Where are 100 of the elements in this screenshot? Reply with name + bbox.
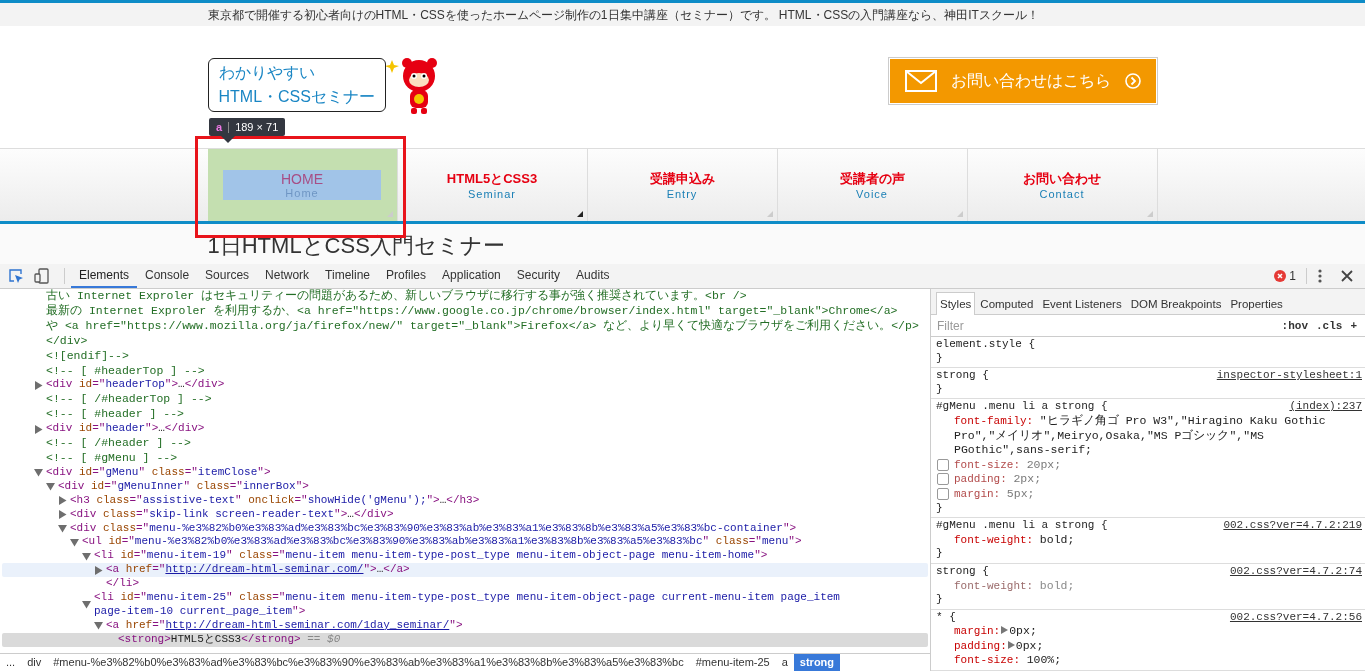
dom-node-row[interactable]: </div> xyxy=(2,333,928,349)
breadcrumb-item[interactable]: #menu-item-25 xyxy=(689,654,776,671)
tag-token: "> xyxy=(164,378,179,393)
tag-token: "> xyxy=(257,465,271,480)
dom-node-row[interactable]: <li id="menu-item-19" class="menu-item menu-item-type-post_type menu-item-object-page menu-item-home"> xyxy=(2,549,928,564)
stylesheet-link[interactable]: inspector-stylesheet:1 xyxy=(1216,369,1362,383)
dom-node-row[interactable]: <!-- [ #gMenu ] --> xyxy=(2,450,928,466)
collapse-arrow-icon[interactable] xyxy=(94,621,103,631)
devtools-tab[interactable]: Elements xyxy=(71,263,138,288)
filter-toggle[interactable]: :hov xyxy=(1277,319,1312,332)
more-options-icon[interactable] xyxy=(1317,267,1323,284)
nav-menu-item[interactable]: お問い合わせ Contact xyxy=(967,149,1158,221)
expand-arrow-icon[interactable] xyxy=(34,380,43,390)
tag-token: =" xyxy=(92,422,106,437)
sidebar-tab[interactable]: Properties xyxy=(1226,292,1287,314)
dom-node-row[interactable]: <div class="skip-link screen-reader-text">…</div> xyxy=(2,507,928,522)
dom-node-row[interactable]: <div id="header">…</div> xyxy=(2,422,928,437)
filter-field[interactable]: Filter xyxy=(935,317,1278,334)
stylesheet-link[interactable]: 002.css?ver=4.7.2:219 xyxy=(1223,519,1362,533)
dom-node-row[interactable]: <ul id="menu-%e3%82%b0%e3%83%ad%e3%83%bc%e3%83%90%e3%83%ab%e3%83%a1%e3%83%8b%e3%83%a5%e3%83%bc" class="menu"> xyxy=(2,535,928,550)
devtools-tab[interactable]: Audits xyxy=(568,263,618,288)
dom-node-row[interactable]: 最新の Internet Exproler を利用するか、<a href="https://www.google.co.jp/chrome/browser/index.html" target="_blank">Chrome</a> xyxy=(2,303,928,319)
dom-node-row[interactable]: <a href="http://dream-html-seminar.com/">…</a> xyxy=(2,563,928,578)
css-declaration[interactable]: font-weight: bold; xyxy=(954,532,1075,548)
devtools-tab[interactable]: Security xyxy=(508,263,569,288)
dom-node-row[interactable]: や <a href="https://www.mozilla.org/ja/firefox/new/" target="_blank">Firefox</a> など、より早くて快適なブラウザをご利用ください。</p> xyxy=(2,318,928,334)
dom-node-row[interactable]: <div class="menu-%e3%82%b0%e3%83%ad%e3%83%bc%e3%83%90%e3%83%ab%e3%83%a1%e3%83%8b%e3%83%a5%e3%83%bc-container"> xyxy=(2,521,928,536)
css-declaration[interactable]: font-family: "ヒラギノ角ゴ Pro W3","Hiragino Kaku Gothic Pro","メイリオ",Meiryo,Osaka,"MS Pゴシック","MS PGothic",sans-serif; xyxy=(954,413,1362,458)
css-declaration[interactable]: font-weight: bold; xyxy=(954,578,1075,594)
logo-speech-bubble[interactable]: わかりやすい HTML・CSSセミナー xyxy=(207,58,386,112)
css-declaration[interactable]: padding: 0px; xyxy=(954,638,1044,654)
attribute-value: showHide('gMenu'); xyxy=(307,493,427,508)
property-checkbox[interactable] xyxy=(937,473,949,486)
stylesheet-link[interactable]: 002.css?ver=4.7.2:74 xyxy=(1229,564,1362,579)
expand-arrow-icon[interactable] xyxy=(94,565,103,575)
sidebar-tab[interactable]: Event Listeners xyxy=(1038,292,1126,314)
tooltip-pointer-icon xyxy=(221,136,235,143)
dom-node-row[interactable]: <!-- [ #header ] --> xyxy=(2,407,928,423)
devtools-tab[interactable]: Profiles xyxy=(378,263,435,288)
dom-node-row[interactable]: <div id="headerTop">…</div> xyxy=(2,378,928,393)
nav-menu-item[interactable]: 受講者の声 Voice xyxy=(777,149,968,221)
breadcrumb-item[interactable]: strong xyxy=(793,654,841,671)
breadcrumb-item[interactable]: #menu-%e3%82%b0%e3%83%ad%e3%83%bc%e3%83%90%e3%83%ab%e3%83%a1%e3%83%8b%e3%83%a5%e3%83%bc xyxy=(47,654,690,671)
dom-node-row[interactable]: 古い Internet Exproler はセキュリティーの問題があるため、新しいブラウザに移行する事が強く推奨されています。<br /> xyxy=(2,289,928,304)
stylesheet-link[interactable]: (index):237 xyxy=(1289,400,1362,414)
tag-token: </div> xyxy=(353,507,394,522)
nav-menu-item[interactable]: HTML5とCSS3 Seminar xyxy=(397,149,588,221)
devtools-tab[interactable]: Timeline xyxy=(317,263,378,288)
dom-node-row[interactable]: <![endif]--> xyxy=(2,348,928,364)
collapse-arrow-icon[interactable] xyxy=(82,600,91,610)
breadcrumb-item[interactable]: a xyxy=(775,654,794,671)
collapse-arrow-icon[interactable] xyxy=(70,537,79,547)
css-declaration[interactable]: margin: 0px; xyxy=(954,624,1037,639)
collapse-arrow-icon[interactable] xyxy=(46,482,55,492)
collapse-arrow-icon[interactable] xyxy=(58,523,67,533)
attribute-value: menu xyxy=(761,535,789,550)
expand-arrow-icon[interactable] xyxy=(58,510,67,520)
sidebar-tab[interactable]: Computed xyxy=(976,292,1038,314)
dom-node-row[interactable]: <!-- [ #headerTop ] --> xyxy=(2,363,928,379)
tag-token: =" xyxy=(748,535,762,550)
dom-node-row[interactable]: <div id="gMenu" class="itemClose"> xyxy=(2,465,928,480)
inspect-element-icon[interactable] xyxy=(8,267,24,284)
css-declaration[interactable]: margin: 5px; xyxy=(954,486,1035,502)
url-link[interactable]: http://dream-html-seminar.com/1day_seminar/ xyxy=(165,618,450,633)
dom-node-row[interactable]: </li> xyxy=(2,577,928,592)
collapse-arrow-icon[interactable] xyxy=(34,468,43,478)
css-declaration[interactable]: font-size: 20px; xyxy=(954,457,1062,473)
close-icon[interactable] xyxy=(1341,269,1353,282)
html-comment: 古い Internet Exproler はセキュリティーの問題があるため、新しいブラウザに移行する事が強く推奨されています。<br /> xyxy=(46,289,747,302)
stylesheet-link[interactable]: 002.css?ver=4.7.2:56 xyxy=(1229,610,1362,625)
devtools-tab[interactable]: Application xyxy=(434,263,509,288)
devtools-tab[interactable]: Network xyxy=(257,263,318,288)
property-checkbox[interactable] xyxy=(937,458,949,471)
tag-token: <h3 xyxy=(70,493,90,508)
breadcrumb-overflow[interactable]: ... xyxy=(0,654,22,671)
dom-node-row[interactable]: <!-- [ /#header ] --> xyxy=(2,436,928,451)
dom-node-row[interactable]: <div id="gMenuInner" class="innerBox"> xyxy=(2,479,928,494)
expand-arrow-icon[interactable] xyxy=(34,424,43,434)
devtools-tab[interactable]: Sources xyxy=(197,263,258,288)
filter-toggle[interactable]: + xyxy=(1346,319,1361,332)
dom-node-row[interactable]: <!-- [ /#headerTop ] --> xyxy=(2,392,928,408)
dom-node-row[interactable]: <strong>HTML5とCSS3</strong> == $0 xyxy=(2,632,928,647)
sidebar-tab[interactable]: DOM Breakpoints xyxy=(1126,292,1226,314)
device-toolbar-icon[interactable] xyxy=(34,267,50,284)
css-declaration[interactable]: font-size: 100%; xyxy=(954,653,1062,669)
filter-toggle[interactable]: .cls xyxy=(1312,319,1347,332)
nav-menu-item[interactable]: 受講申込み Entry xyxy=(587,149,778,221)
sidebar-tab[interactable]: Styles xyxy=(936,292,976,315)
devtools-tab[interactable]: Console xyxy=(137,263,198,288)
breadcrumb-item[interactable]: div xyxy=(21,654,48,671)
expand-arrow-icon[interactable] xyxy=(58,496,67,506)
dom-node-row[interactable]: <li id="menu-item-25" class="menu-item menu-item-type-post_type menu-item-object-page current-menu-item page_item page-item-10 current_page_item"> xyxy=(2,591,928,619)
tag-token: "> xyxy=(334,507,348,522)
url-link[interactable]: http://dream-html-seminar.com/ xyxy=(165,563,364,578)
dom-node-row[interactable]: <h3 class="assistive-text" onclick="showHide('gMenu');">…</h3> xyxy=(2,493,928,508)
property-checkbox[interactable] xyxy=(937,487,949,500)
dom-node-row[interactable]: <a href="http://dream-html-seminar.com/1day_seminar/"> xyxy=(2,618,928,633)
collapse-arrow-icon[interactable] xyxy=(82,551,91,561)
error-counter[interactable]: 1 xyxy=(1274,268,1296,283)
css-declaration[interactable]: padding: 2px; xyxy=(954,472,1042,487)
